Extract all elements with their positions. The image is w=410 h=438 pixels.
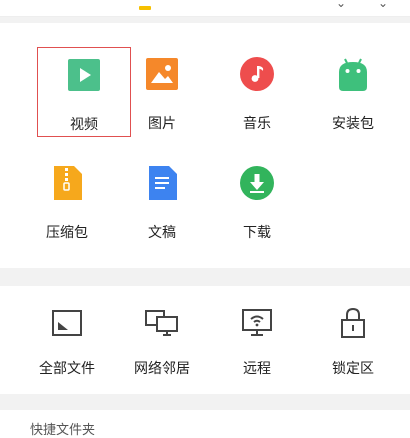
- category-documents[interactable]: 文稿: [115, 156, 209, 246]
- active-tab-indicator: [139, 6, 151, 10]
- tool-locked-area[interactable]: 锁定区: [306, 290, 400, 380]
- category-archives[interactable]: 压缩包: [20, 156, 114, 246]
- tool-label: 远程: [243, 361, 271, 377]
- category-label: 压缩包: [46, 225, 88, 241]
- tool-network-neighbors[interactable]: 网络邻居: [115, 290, 209, 380]
- tool-label: 网络邻居: [134, 361, 190, 377]
- category-label: 安装包: [332, 116, 374, 132]
- network-neighbors-icon: [145, 306, 179, 340]
- category-apk[interactable]: 安装包: [306, 47, 400, 137]
- music-icon: [240, 57, 274, 91]
- sdcard-icon: [50, 306, 84, 340]
- category-label: 下载: [243, 225, 271, 241]
- zip-icon: [50, 166, 84, 200]
- category-grid: 视频 图片 音乐 安装包 压缩包 文稿 下载: [0, 23, 410, 268]
- divider: [0, 268, 410, 286]
- category-music[interactable]: 音乐: [210, 47, 304, 137]
- remote-icon: [240, 306, 274, 340]
- download-icon: [240, 166, 274, 200]
- tool-label: 全部文件: [39, 361, 95, 377]
- android-icon: [336, 57, 370, 91]
- tool-remote[interactable]: 远程: [210, 290, 304, 380]
- image-icon: [145, 57, 179, 91]
- category-label: 音乐: [243, 116, 271, 132]
- tools-row: 全部文件 网络邻居 远程 锁定区: [0, 286, 410, 394]
- top-menu-icon[interactable]: ⌄: [378, 0, 388, 10]
- top-action-icon[interactable]: ⌄: [336, 0, 346, 10]
- category-label: 视频: [70, 117, 98, 133]
- tool-label: 锁定区: [332, 361, 374, 377]
- category-images[interactable]: 图片: [115, 47, 209, 137]
- category-label: 图片: [148, 116, 176, 132]
- document-icon: [145, 166, 179, 200]
- quick-folders-title: 快捷文件夹: [30, 423, 96, 438]
- category-label: 文稿: [148, 225, 176, 241]
- top-tab-bar: ⌄ ⌄: [0, 0, 410, 17]
- video-icon: [67, 58, 101, 92]
- category-downloads[interactable]: 下载: [210, 156, 304, 246]
- tool-all-files[interactable]: 全部文件: [20, 290, 114, 380]
- lock-icon: [336, 306, 370, 340]
